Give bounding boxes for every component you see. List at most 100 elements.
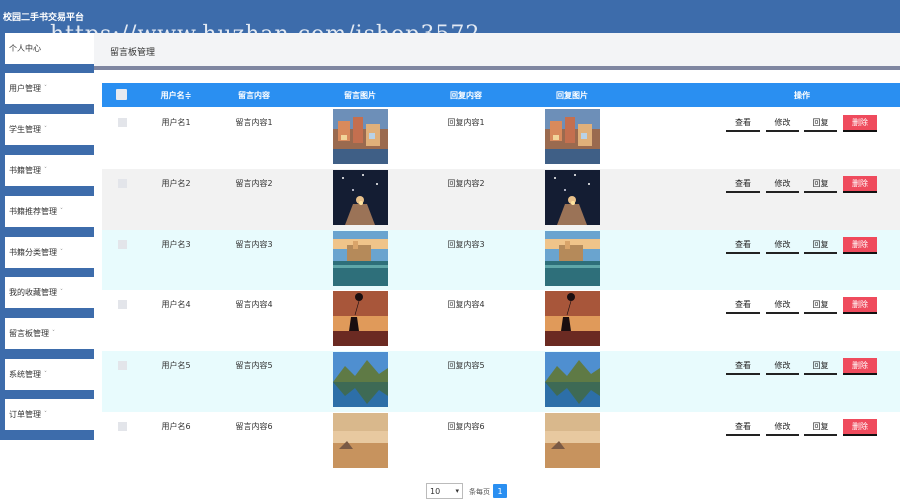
column-header-actions: 操作	[794, 91, 810, 100]
delete-button[interactable]: 删除	[843, 176, 877, 193]
edit-button[interactable]: 修改	[766, 419, 799, 436]
row-checkbox[interactable]	[118, 240, 127, 249]
message-image[interactable]	[333, 291, 388, 346]
edit-button[interactable]: 修改	[766, 237, 799, 254]
message-image[interactable]	[333, 413, 388, 468]
delete-button[interactable]: 删除	[843, 237, 877, 254]
reply-image[interactable]	[545, 170, 600, 225]
reply-cell: 回复内容4	[447, 300, 485, 309]
message-image[interactable]	[333, 170, 388, 225]
delete-button[interactable]: 删除	[843, 297, 877, 314]
reply-cell: 回复内容1	[447, 118, 485, 127]
sidebar-item-label: 我的收藏管理	[9, 288, 57, 297]
username-cell: 用户名3	[161, 240, 191, 249]
select-all-checkbox[interactable]	[116, 89, 127, 100]
sidebar-item-label: 书籍推荐管理	[9, 207, 57, 216]
edit-button[interactable]: 修改	[766, 115, 799, 132]
view-button[interactable]: 查看	[726, 237, 760, 254]
sidebar-item-book-category[interactable]: 书籍分类管理 ˇ	[5, 237, 94, 268]
column-header-reply: 回复内容	[450, 91, 482, 100]
sidebar-item-users[interactable]: 用户管理 ˇ	[5, 73, 94, 104]
sidebar-item-label: 书籍分类管理	[9, 248, 57, 257]
table-row: 用户名3 留言内容3 回复内容3 查看 修改 回复 删除	[102, 230, 900, 291]
message-image[interactable]	[333, 231, 388, 286]
reply-button[interactable]: 回复	[804, 176, 837, 193]
per-page-label: 条每页	[469, 488, 490, 496]
sidebar-item-label: 书籍管理	[9, 166, 41, 175]
sidebar-item-system[interactable]: 系统管理 ˇ	[5, 359, 94, 390]
content-cell: 留言内容2	[235, 179, 273, 188]
sidebar-item-label: 个人中心	[9, 44, 41, 53]
view-button[interactable]: 查看	[726, 176, 760, 193]
column-header-content: 留言内容	[238, 91, 270, 100]
row-checkbox[interactable]	[118, 361, 127, 370]
reply-image[interactable]	[545, 109, 600, 164]
chevron-down-icon: ▾	[455, 487, 459, 495]
sidebar-item-message-board[interactable]: 留言板管理 ˇ	[5, 318, 94, 349]
username-cell: 用户名2	[161, 179, 191, 188]
view-button[interactable]: 查看	[726, 115, 760, 132]
column-header-username[interactable]: 用户名≑	[161, 90, 192, 101]
sidebar-item-orders[interactable]: 订单管理 ˇ	[5, 399, 94, 430]
table-row: 用户名2 留言内容2 回复内容2 查看 修改 回复 删除	[102, 169, 900, 230]
edit-button[interactable]: 修改	[766, 358, 799, 375]
chevron-down-icon: ˇ	[44, 85, 47, 92]
sidebar-item-label: 订单管理	[9, 410, 41, 419]
page-size-value: 10	[430, 486, 441, 496]
page-number-button[interactable]: 1	[493, 484, 507, 498]
sidebar-item-label: 留言板管理	[9, 329, 49, 338]
table-row: 用户名6 留言内容6 回复内容6 查看 修改 回复 删除	[102, 412, 900, 473]
chevron-down-icon: ˇ	[60, 289, 63, 296]
reply-button[interactable]: 回复	[804, 419, 837, 436]
table-header: 用户名≑ 留言内容 留言图片 回复内容 回复图片 操作	[102, 83, 900, 107]
reply-button[interactable]: 回复	[804, 115, 837, 132]
message-image[interactable]	[333, 109, 388, 164]
sort-icon[interactable]: ≑	[185, 91, 192, 100]
delete-button[interactable]: 删除	[843, 358, 877, 375]
sidebar: 个人中心 用户管理 ˇ 学生管理 ˇ 书籍管理 ˇ 书籍推荐管理 ˇ 书籍分类管…	[0, 33, 94, 440]
content-cell: 留言内容3	[235, 240, 273, 249]
reply-image[interactable]	[545, 413, 600, 468]
reply-cell: 回复内容2	[447, 179, 485, 188]
message-image[interactable]	[333, 352, 388, 407]
table-row: 用户名1 留言内容1 回复内容1 查看 修改 回复 删除	[102, 108, 900, 169]
content-cell: 留言内容1	[235, 118, 273, 127]
sidebar-item-favorites[interactable]: 我的收藏管理 ˇ	[5, 277, 94, 308]
edit-button[interactable]: 修改	[766, 176, 799, 193]
view-button[interactable]: 查看	[726, 358, 760, 375]
reply-cell: 回复内容5	[447, 361, 485, 370]
reply-button[interactable]: 回复	[804, 237, 837, 254]
reply-image[interactable]	[545, 231, 600, 286]
row-checkbox[interactable]	[118, 118, 127, 127]
reply-button[interactable]: 回复	[804, 358, 837, 375]
content-header: 留言板管理	[94, 33, 900, 66]
chevron-down-icon: ˇ	[60, 249, 63, 256]
column-header-label: 用户名	[160, 91, 185, 100]
sidebar-item-book-recommend[interactable]: 书籍推荐管理 ˇ	[5, 196, 94, 227]
sidebar-item-books[interactable]: 书籍管理 ˇ	[5, 155, 94, 186]
view-button[interactable]: 查看	[726, 419, 760, 436]
header-divider	[94, 66, 900, 70]
row-checkbox[interactable]	[118, 422, 127, 431]
username-cell: 用户名5	[161, 361, 191, 370]
reply-image[interactable]	[545, 352, 600, 407]
page-title: 留言板管理	[110, 48, 156, 58]
view-button[interactable]: 查看	[726, 297, 760, 314]
reply-button[interactable]: 回复	[804, 297, 837, 314]
edit-button[interactable]: 修改	[766, 297, 799, 314]
table-row: 用户名5 留言内容5 回复内容5 查看 修改 回复 删除	[102, 351, 900, 412]
page-size-select[interactable]: 10 ▾	[426, 483, 463, 499]
chevron-down-icon: ˇ	[60, 208, 63, 215]
row-checkbox[interactable]	[118, 179, 127, 188]
reply-cell: 回复内容3	[447, 240, 485, 249]
sidebar-item-students[interactable]: 学生管理 ˇ	[5, 114, 94, 145]
chevron-down-icon: ˇ	[44, 411, 47, 418]
table-row: 用户名4 留言内容4 回复内容4 查看 修改 回复 删除	[102, 290, 900, 351]
sidebar-item-personal-center[interactable]: 个人中心	[5, 33, 94, 64]
delete-button[interactable]: 删除	[843, 115, 877, 132]
content-cell: 留言内容6	[235, 422, 273, 431]
reply-image[interactable]	[545, 291, 600, 346]
reply-cell: 回复内容6	[447, 422, 485, 431]
row-checkbox[interactable]	[118, 300, 127, 309]
delete-button[interactable]: 删除	[843, 419, 877, 436]
